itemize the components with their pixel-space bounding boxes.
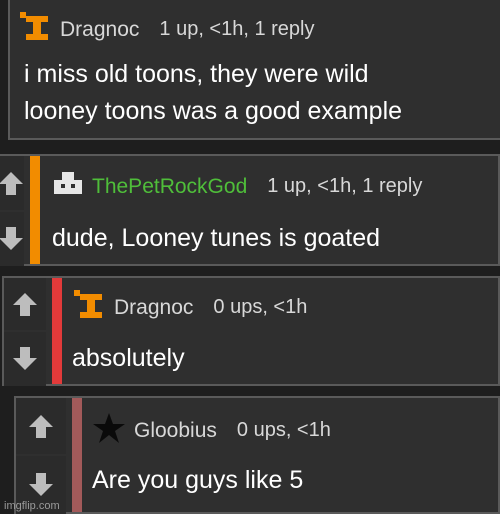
comment-accent-bar: [52, 278, 62, 384]
vote-column: [16, 398, 66, 514]
downvote-button[interactable]: [4, 332, 46, 386]
comment-text: Are you guys like 5: [92, 462, 303, 499]
downvote-button[interactable]: [0, 212, 24, 266]
comment-line: i miss old toons, they were wild: [24, 60, 369, 88]
comment-3: Dragnoc 0 ups, <1h absolutely: [2, 276, 500, 386]
arrow-up-icon: [29, 415, 53, 438]
pet-rock-icon[interactable]: [52, 170, 84, 203]
comment-meta: 0 ups, <1h: [236, 419, 331, 441]
comment-meta: 1 up, <1h, 1 reply: [267, 175, 423, 197]
comment-header: Dragnoc 0 ups, <1h: [70, 290, 307, 325]
comment-4: Gloobius 0 ups, <1h Are you guys like 5: [14, 396, 500, 514]
vote-column: [0, 156, 24, 266]
upvote-button[interactable]: [16, 398, 66, 454]
comment-1: Dragnoc 1 up, <1h, 1 reply i miss old to…: [8, 0, 500, 140]
orange-i-icon[interactable]: [16, 12, 52, 47]
orange-i-icon[interactable]: [70, 290, 106, 325]
comment-meta: 0 ups, <1h: [213, 296, 308, 318]
comment-accent-bar: [30, 156, 40, 264]
username[interactable]: Dragnoc: [60, 18, 139, 42]
comment-line: dude, Looney tunes is goated: [52, 224, 381, 252]
username[interactable]: Dragnoc: [114, 296, 193, 320]
comment-text: absolutely: [72, 340, 185, 377]
username[interactable]: ThePetRockGod: [92, 175, 247, 199]
comment-2: ThePetRockGod 1 up, <1h, 1 reply dude, L…: [0, 154, 500, 266]
username[interactable]: Gloobius: [134, 419, 217, 443]
arrow-down-icon: [29, 473, 53, 496]
comment-line: Are you guys like 5: [92, 466, 304, 494]
upvote-button[interactable]: [0, 156, 24, 210]
comment-line: looney toons was a good example: [24, 97, 403, 125]
comment-text: i miss old toons, they were wild looney …: [24, 56, 402, 130]
black-star-icon[interactable]: [92, 412, 126, 449]
arrow-up-icon: [13, 293, 37, 316]
upvote-button[interactable]: [4, 278, 46, 330]
watermark: imgflip.com: [4, 500, 60, 512]
comment-accent-bar: [72, 398, 82, 512]
comment-line: absolutely: [72, 344, 185, 372]
comment-text: dude, Looney tunes is goated: [52, 220, 380, 257]
comment-header: ThePetRockGod 1 up, <1h, 1 reply: [52, 170, 422, 203]
arrow-down-icon: [13, 347, 37, 370]
comment-header: Gloobius 0 ups, <1h: [92, 412, 331, 449]
arrow-up-icon: [0, 172, 23, 195]
comment-meta: 1 up, <1h, 1 reply: [159, 18, 315, 40]
arrow-down-icon: [0, 227, 23, 250]
comment-header: Dragnoc 1 up, <1h, 1 reply: [16, 12, 315, 47]
vote-column: [4, 278, 46, 386]
